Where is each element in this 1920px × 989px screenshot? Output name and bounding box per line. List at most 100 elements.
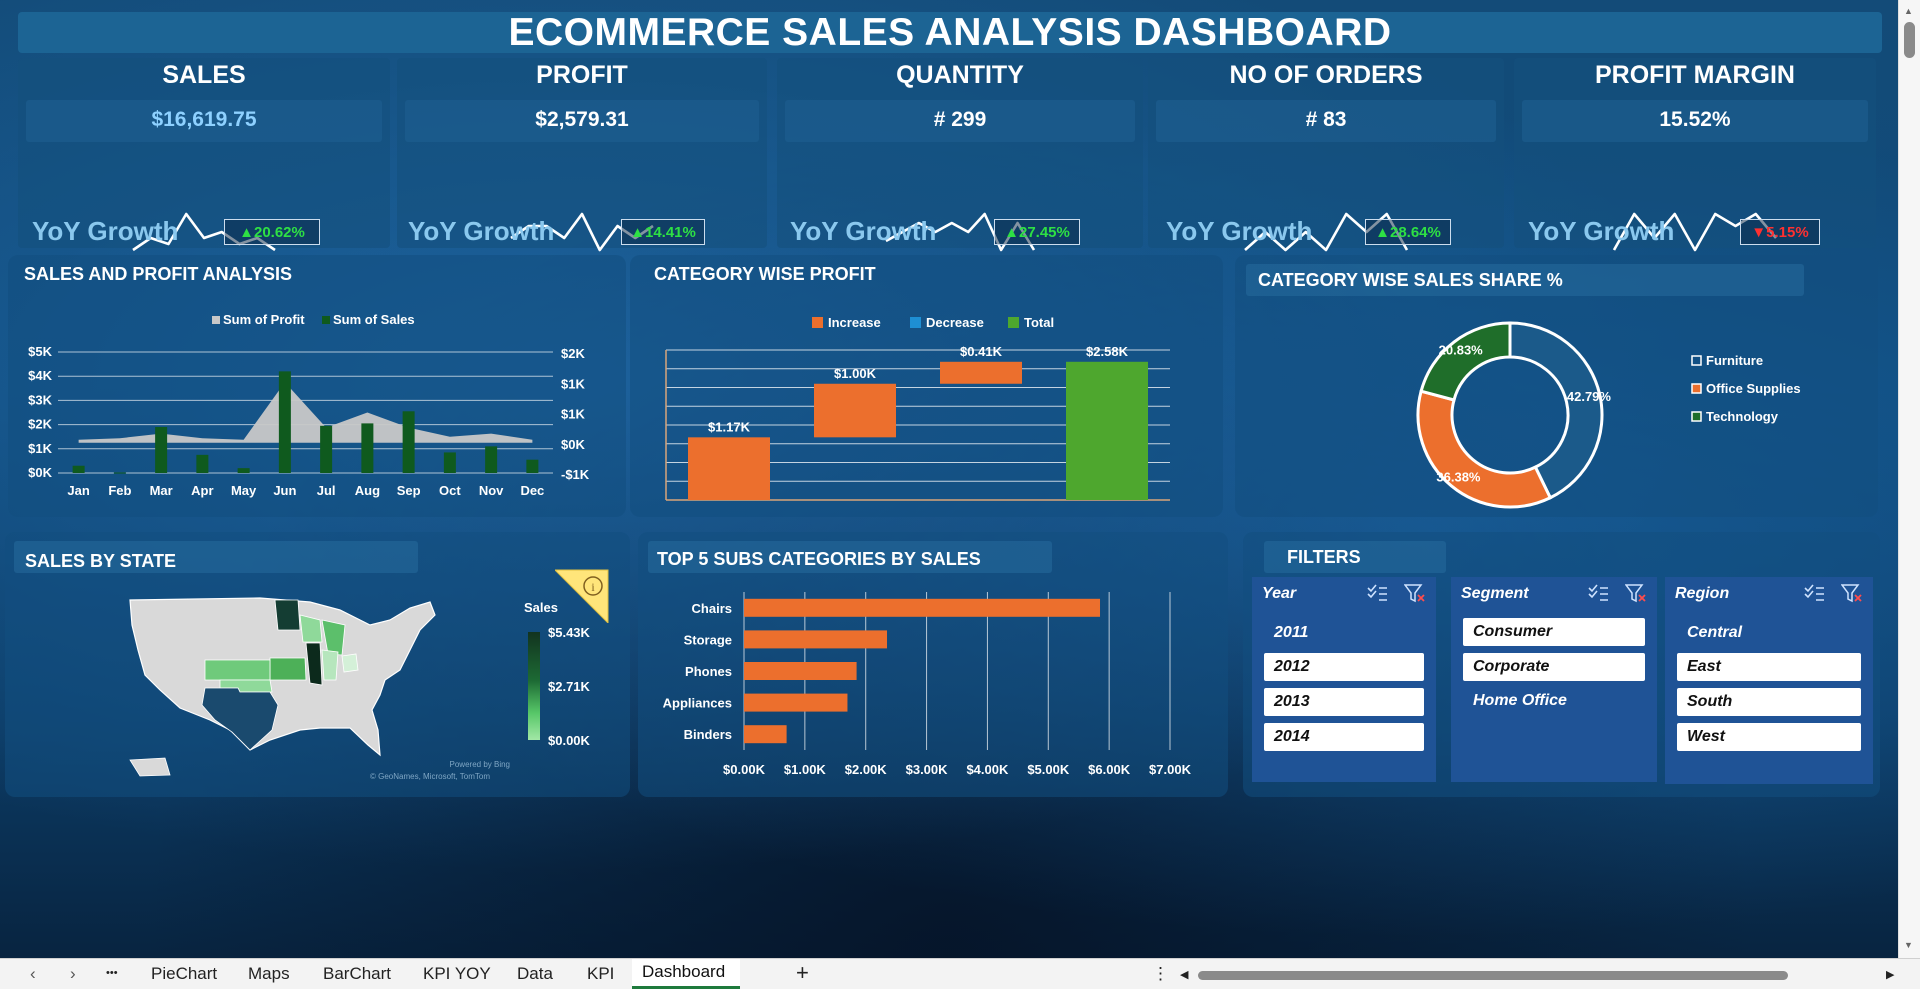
clear-filter-icon[interactable]	[1625, 583, 1647, 603]
top5-bar	[744, 725, 787, 744]
tab-dashboard-label: Dashboard	[642, 962, 726, 981]
prev-sheet-icon[interactable]: ‹	[30, 964, 36, 984]
legend-label: Increase	[828, 315, 881, 330]
legend-swatch	[1008, 317, 1019, 328]
sales-bar	[113, 472, 126, 474]
slicer-item-2012[interactable]: 2012	[1264, 653, 1424, 681]
tab-options-icon[interactable]: ⋮	[1152, 964, 1169, 984]
legend-label: Total	[1024, 315, 1054, 330]
multi-select-icon[interactable]	[1803, 583, 1825, 603]
slicer-item-consumer[interactable]: Consumer	[1463, 618, 1645, 646]
category-label: Phones	[685, 664, 732, 679]
data-label: $1.00K	[834, 366, 877, 381]
y-tick-right: $1K	[561, 407, 585, 422]
category-label: Chairs	[692, 601, 732, 616]
y-tick-right: -$1K	[561, 467, 590, 482]
top5-bar	[744, 598, 1101, 617]
slicer-item-west[interactable]: West	[1677, 723, 1861, 751]
vertical-scrollbar[interactable]: ▲ ▼	[1898, 0, 1920, 958]
scroll-left-icon[interactable]: ◀	[1180, 968, 1188, 981]
sales-bar	[72, 465, 85, 473]
scroll-right-icon[interactable]: ▶	[1886, 968, 1894, 981]
scroll-up-icon[interactable]: ▲	[1904, 6, 1913, 16]
map-attribution-line: Powered by Bing	[449, 760, 510, 769]
kpi-title: PROFIT	[536, 61, 628, 89]
slicer-year: Year 2011 2012 2013 2014	[1252, 577, 1436, 782]
horizontal-scroll-thumb[interactable]	[1198, 971, 1788, 980]
clear-filter-icon[interactable]	[1404, 583, 1426, 603]
donut-slice	[1416, 389, 1553, 509]
map-legend-min: $0.00K	[548, 733, 590, 748]
yoy-label: YoY Growth	[790, 216, 937, 246]
slicer-toolbar	[1587, 583, 1647, 603]
slicer-segment: Segment Consumer Corporate Home Office	[1451, 577, 1657, 782]
kpi-title: PROFIT MARGIN	[1595, 61, 1795, 89]
tab-maps[interactable]: Maps	[248, 964, 290, 984]
tab-dashboard-active[interactable]: Dashboard	[632, 959, 740, 989]
waterfall-bar	[688, 437, 770, 500]
map-state-minnesota	[274, 599, 301, 631]
legend-swatch	[1691, 383, 1702, 394]
sales-bar	[485, 446, 498, 473]
multi-select-icon[interactable]	[1587, 583, 1609, 603]
tab-kpi-yoy[interactable]: KPI YOY	[423, 964, 491, 984]
x-tick: May	[231, 483, 257, 498]
map-state-indiana	[321, 649, 339, 681]
yoy-badge: ▲27.45%	[994, 219, 1080, 245]
slicer-region: Region Central East South West	[1665, 577, 1873, 784]
x-tick: Jan	[67, 483, 89, 498]
x-tick: $2.00K	[845, 762, 888, 777]
slicer-item-2011[interactable]: 2011	[1264, 619, 1424, 647]
slicer-item-2014[interactable]: 2014	[1264, 723, 1424, 751]
x-tick: Oct	[439, 483, 461, 498]
data-label: $2.58K	[1086, 344, 1129, 359]
top5-bar	[744, 662, 857, 680]
section-title: SALES BY STATE	[25, 551, 177, 571]
slicer-item-corporate[interactable]: Corporate	[1463, 653, 1645, 681]
y-tick-right: $1K	[561, 376, 585, 391]
legend-label: Decrease	[926, 315, 984, 330]
section-title: CATEGORY WISE PROFIT	[654, 264, 876, 284]
slicer-item-east[interactable]: East	[1677, 653, 1861, 681]
donut-slice	[1419, 321, 1512, 402]
sales-bar	[361, 423, 374, 473]
top5-chart: $0.00K $1.00K $2.00K $3.00K $4.00K $5.00K $6.0…	[663, 592, 1192, 777]
section-title: TOP 5 SUBS CATEGORIES BY SALES	[657, 549, 981, 569]
add-sheet-icon[interactable]: +	[796, 960, 809, 986]
yoy-label: YoY Growth	[32, 216, 179, 246]
info-icon[interactable]: i	[555, 568, 610, 623]
slicer-item-home-office[interactable]: Home Office	[1463, 687, 1645, 715]
slicer-item-south[interactable]: South	[1677, 688, 1861, 716]
slicer-item-2013[interactable]: 2013	[1264, 688, 1424, 716]
tab-data[interactable]: Data	[517, 964, 553, 984]
slice-label: 36.38%	[1436, 469, 1481, 484]
slicer-item-central[interactable]: Central	[1677, 619, 1861, 647]
clear-filter-icon[interactable]	[1841, 583, 1863, 603]
vertical-scroll-thumb[interactable]	[1904, 22, 1915, 58]
sales-bar	[526, 459, 539, 473]
map-legend-max: $5.43K	[548, 625, 590, 640]
multi-select-icon[interactable]	[1366, 583, 1388, 603]
tab-barchart[interactable]: BarChart	[323, 964, 391, 984]
next-sheet-icon[interactable]: ›	[70, 964, 76, 984]
category-label: Binders	[684, 727, 732, 742]
more-sheets-icon[interactable]: •••	[106, 967, 118, 979]
y-tick-left: $3K	[28, 392, 52, 407]
scroll-down-icon[interactable]: ▼	[1904, 940, 1913, 950]
yoy-label: YoY Growth	[408, 216, 555, 246]
kpi-title: NO OF ORDERS	[1229, 61, 1423, 89]
map-state-missouri	[269, 657, 307, 681]
kpi-title: QUANTITY	[896, 61, 1024, 89]
tab-kpi[interactable]: KPI	[587, 964, 614, 984]
legend-swatch-sales	[322, 316, 330, 324]
yoy-badge: ▲28.64%	[1365, 219, 1451, 245]
tab-piechart[interactable]: PieChart	[151, 964, 217, 984]
x-tick: $0.00K	[723, 762, 766, 777]
kpi-value: $16,619.75	[151, 108, 257, 131]
usa-state-map[interactable]	[110, 580, 450, 780]
data-label: $1.17K	[708, 419, 751, 434]
kpi-value: 15.52%	[1659, 108, 1731, 131]
yoy-badge: ▲20.62%	[224, 219, 320, 245]
waterfall-bar	[1066, 361, 1148, 500]
sales-bar	[155, 427, 168, 473]
